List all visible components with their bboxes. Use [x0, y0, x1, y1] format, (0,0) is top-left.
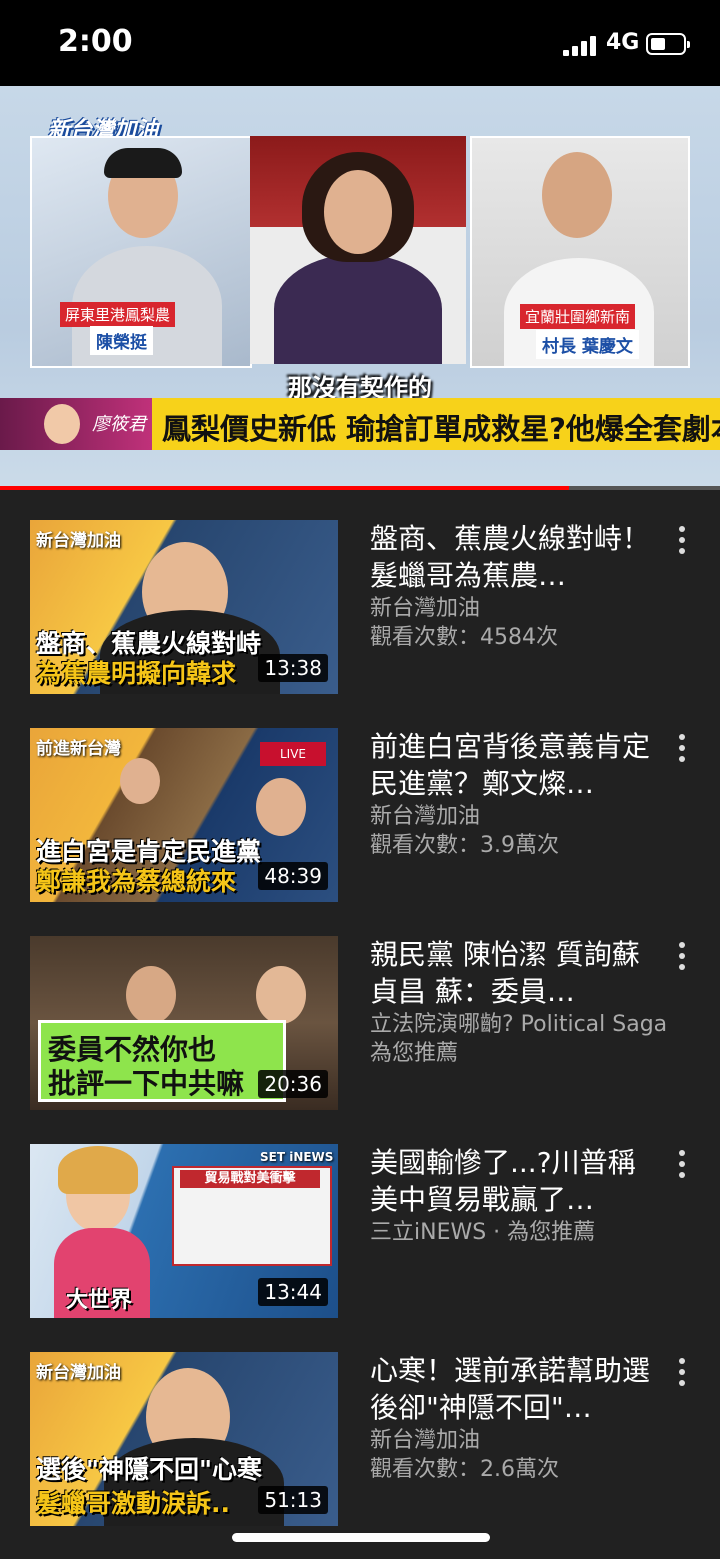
video-title[interactable]: 心寒！選前承諾幫助選後卻"神隱不回"…	[370, 1352, 660, 1426]
video-thumbnail[interactable]: 新台灣加油 盤商、蕉農火線對峙 為蕉農明擬向韓求 13:38	[30, 520, 338, 694]
battery-icon	[646, 33, 690, 55]
thumb-channel-tag: 新台灣加油	[36, 531, 121, 551]
video-title[interactable]: 親民黨 陳怡潔 質詢蘇貞昌 蘇：委員…	[370, 936, 660, 1010]
thumb-caption-line2: 大世界	[66, 1288, 133, 1313]
thumb-caption-line2: 髮蠟哥激動淚訴..	[36, 1489, 230, 1518]
host-avatar	[44, 404, 80, 444]
thumb-graphic-title: 貿易戰對美衝擊	[180, 1170, 320, 1188]
more-options-icon[interactable]	[674, 1150, 690, 1178]
more-options-icon[interactable]	[674, 942, 690, 970]
video-thumbnail[interactable]: 委員不然你也 批評一下中共嘛 20:36	[30, 936, 338, 1110]
guest-right-caption: 宜蘭壯圍鄉新南	[520, 304, 636, 329]
more-options-icon[interactable]	[674, 526, 690, 554]
video-stats: 觀看次數：2.6萬次	[370, 1457, 559, 1482]
status-bar: 2:00 4G	[0, 0, 720, 86]
video-thumbnail[interactable]: 新台灣加油 選後"神隱不回"心寒 髮蠟哥激動淚訴.. 51:13	[30, 1352, 338, 1526]
video-stats: 觀看次數：4584次	[370, 625, 558, 650]
home-indicator[interactable]	[232, 1533, 490, 1542]
video-duration: 13:38	[258, 654, 328, 682]
video-duration: 48:39	[258, 862, 328, 890]
list-item[interactable]: 委員不然你也 批評一下中共嘛 20:36 親民黨 陳怡潔 質詢蘇貞昌 蘇：委員……	[0, 936, 720, 1112]
news-banner: 廖筱君 鳳梨價史新低 瑜搶訂單成救星?他爆全套劇本...	[0, 398, 720, 450]
list-item[interactable]: LIVE 前進新台灣 進白宮是肯定民進黨 鄭謙我為蔡總統來 48:39 前進白宮…	[0, 728, 720, 904]
progress-played	[0, 486, 569, 490]
thumb-caption-line2: 鄭謙我為蔡總統來	[36, 867, 237, 896]
video-duration: 20:36	[258, 1070, 328, 1098]
guest-left-panel: 屏東里港鳳梨農 陳榮挺	[30, 136, 252, 368]
video-channel: 三立iNEWS · 為您推薦	[370, 1220, 596, 1245]
video-duration: 13:44	[258, 1278, 328, 1306]
video-channel: 新台灣加油	[370, 804, 481, 829]
video-channel: 新台灣加油	[370, 1428, 481, 1453]
video-player[interactable]: 新台灣加油 屏東里港鳳梨農 陳榮挺 宜蘭壯圍鄉新南 村長 葉慶文 那沒有契作的 …	[0, 86, 720, 488]
thumb-caption-line1: 選後"神隱不回"心寒	[36, 1455, 263, 1484]
list-item[interactable]: 新台灣加油 選後"神隱不回"心寒 髮蠟哥激動淚訴.. 51:13 心寒！選前承諾…	[0, 1352, 720, 1528]
video-thumbnail[interactable]: LIVE 前進新台灣 進白宮是肯定民進黨 鄭謙我為蔡總統來 48:39	[30, 728, 338, 902]
video-duration: 51:13	[258, 1486, 328, 1514]
list-item[interactable]: 新台灣加油 盤商、蕉農火線對峙 為蕉農明擬向韓求 13:38 盤商、蕉農火線對峙…	[0, 520, 720, 696]
video-title[interactable]: 美國輸慘了...?川普稱美中貿易戰贏了…	[370, 1144, 660, 1218]
video-stats: 為您推薦	[370, 1041, 459, 1066]
video-channel: 立法院演哪齣? Political Saga	[370, 1012, 668, 1037]
host-signature: 廖筱君	[92, 414, 146, 435]
network-type: 4G	[606, 30, 640, 55]
thumb-channel-tag: 前進新台灣	[36, 739, 121, 759]
guest-left-caption: 屏東里港鳳梨農	[60, 302, 176, 327]
guest-right-name: 村長 葉慶文	[536, 330, 639, 359]
video-stats: 觀看次數：3.9萬次	[370, 833, 559, 858]
video-channel: 新台灣加油	[370, 596, 481, 621]
status-time: 2:00	[58, 24, 133, 59]
banner-headline: 鳳梨價史新低 瑜搶訂單成救星?他爆全套劇本...	[162, 412, 720, 446]
thumb-caption-line2: 為蕉農明擬向韓求	[36, 659, 237, 688]
more-options-icon[interactable]	[674, 734, 690, 762]
thumb-channel-tag: SET iNEWS	[260, 1150, 334, 1164]
video-thumbnail[interactable]: 貿易戰對美衝擊 SET iNEWS 大世界 13:44	[30, 1144, 338, 1318]
guest-right-panel: 宜蘭壯圍鄉新南 村長 葉慶文	[470, 136, 690, 368]
video-progress-bar[interactable]	[0, 486, 720, 490]
video-title[interactable]: 盤商、蕉農火線對峙！髮蠟哥為蕉農…	[370, 520, 660, 594]
thumb-caption-line2: 批評一下中共嘛	[48, 1067, 245, 1100]
thumb-channel-tag: 新台灣加油	[36, 1363, 121, 1383]
cellular-signal-icon	[563, 36, 599, 56]
list-item[interactable]: 貿易戰對美衝擊 SET iNEWS 大世界 13:44 美國輸慘了...?川普稱…	[0, 1144, 720, 1320]
more-options-icon[interactable]	[674, 1358, 690, 1386]
host-panel	[250, 136, 466, 364]
video-title[interactable]: 前進白宮背後意義肯定民進黨？鄭文燦…	[370, 728, 660, 802]
guest-left-name: 陳榮挺	[90, 326, 153, 355]
